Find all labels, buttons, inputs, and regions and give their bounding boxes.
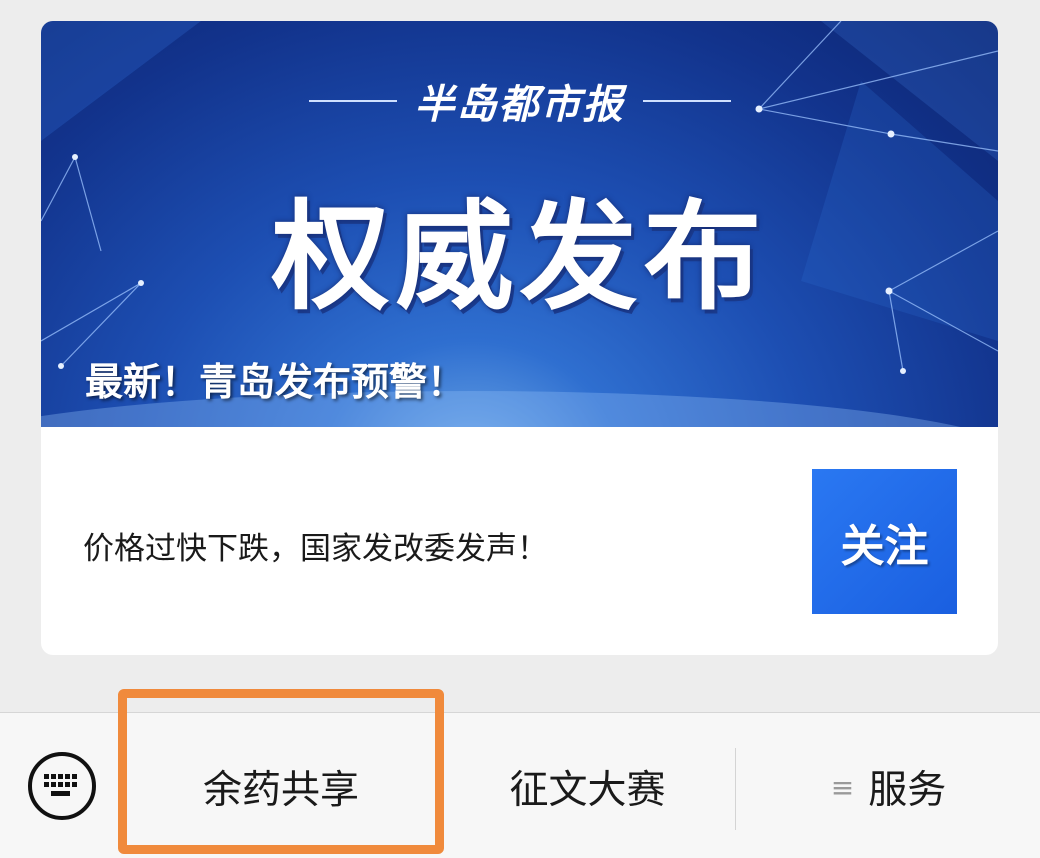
brand-line-right xyxy=(642,100,731,102)
keyboard-toggle-button[interactable] xyxy=(28,752,96,820)
menu-item-services[interactable]: ≡ 服务 xyxy=(737,752,1040,822)
menu-item-label: 征文大赛 xyxy=(509,768,666,813)
keyboard-icon xyxy=(44,774,77,796)
brand-line-left xyxy=(308,100,397,102)
follow-button[interactable]: 关注 xyxy=(812,469,957,614)
menu-item-medicine-share[interactable]: 余药共享 xyxy=(122,752,440,822)
banner-image[interactable]: 半岛都市报 权威发布 最新！青岛发布预警！ xyxy=(41,21,998,427)
menu-divider xyxy=(735,748,736,830)
menu-item-essay-contest[interactable]: 征文大赛 xyxy=(440,752,735,822)
brand-name: 半岛都市报 xyxy=(414,81,625,128)
menu-item-label: 余药共享 xyxy=(202,768,359,813)
banner-caption: 最新！青岛发布预警！ xyxy=(85,360,466,404)
article-link[interactable]: 价格过快下跌，国家发改委发声！ xyxy=(83,523,548,568)
menu-item-label: 服务 xyxy=(868,768,947,813)
brand-header: 半岛都市报 xyxy=(41,76,998,128)
banner-title: 权威发布 xyxy=(271,188,768,326)
list-icon: ≡ xyxy=(830,770,855,804)
article-card[interactable]: 半岛都市报 权威发布 最新！青岛发布预警！ 价格过快下跌，国家发改委发声！ 关注 xyxy=(41,21,998,655)
